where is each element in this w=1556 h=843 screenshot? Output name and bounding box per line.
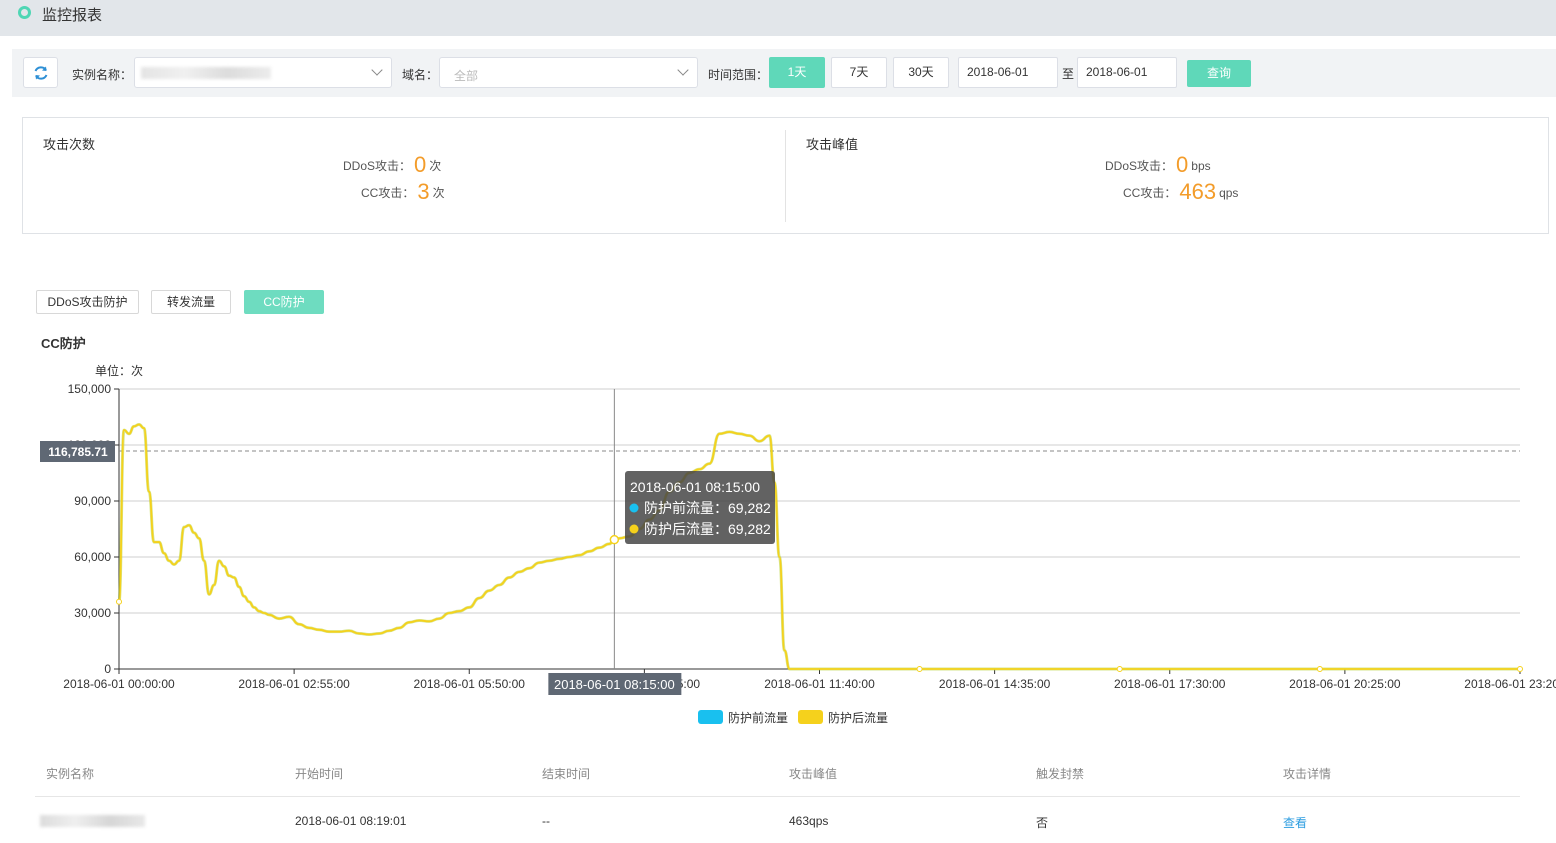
tab-ddos-protection[interactable]: DDoS攻击防护 xyxy=(36,290,139,314)
col-trigger-ban: 触发封禁 xyxy=(1036,767,1085,781)
page-title: 监控报表 xyxy=(42,7,103,24)
hovered-data-point xyxy=(609,534,620,545)
col-start-time: 开始时间 xyxy=(295,767,344,781)
cc-peak-value: 463 xyxy=(1179,179,1217,204)
row-attack-peak: 463qps xyxy=(789,814,829,828)
legend-item: 防护后流量 xyxy=(798,710,888,725)
start-date-input[interactable]: 2018-06-01 xyxy=(958,57,1058,88)
y-tick-label: 90,000 xyxy=(74,494,111,508)
header-ring-icon xyxy=(18,6,31,19)
data-point-marker xyxy=(1116,666,1123,672)
tooltip-series-dot xyxy=(629,503,639,513)
legend-swatch xyxy=(698,710,723,724)
tooltip-time: 2018-06-01 08:15:00 xyxy=(630,479,760,495)
crosshair-x-label: 2018-06-01 08:15:00 xyxy=(548,673,682,695)
crosshair-y-label-text: 116,785.71 xyxy=(48,445,108,459)
y-tick-label: 150,000 xyxy=(68,382,112,396)
domain-select[interactable]: 全部 xyxy=(439,57,698,88)
x-tick-label: 2018-06-01 17:30:00 xyxy=(1114,677,1226,691)
tab-cc-protection[interactable]: CC防护 xyxy=(244,290,324,314)
domain-label: 域名： xyxy=(402,68,439,82)
chevron-down-icon xyxy=(677,64,689,76)
cc-count-stat: CC攻击： 3 次 xyxy=(361,179,445,205)
row-end-time: -- xyxy=(542,814,550,828)
range-30day-button[interactable]: 30天 xyxy=(893,57,949,88)
cc-protection-chart[interactable]: 030,00060,00090,000120,000150,0002018-06… xyxy=(0,375,1556,735)
refresh-icon xyxy=(34,66,48,80)
data-point-marker xyxy=(116,598,122,605)
data-point-marker xyxy=(1517,666,1523,672)
legend-label: 防护前流量 xyxy=(728,710,788,725)
row-start-time: 2018-06-01 08:19:01 xyxy=(295,814,407,828)
table-divider xyxy=(35,796,1520,797)
crosshair-y-label: 116,785.71 xyxy=(40,441,115,462)
cc-peak-stat: CC攻击： 463 qps xyxy=(1123,179,1238,205)
tooltip-series-value: 防护前流量：69,282 xyxy=(644,500,771,516)
cc-peak-label: CC攻击： xyxy=(1123,186,1177,200)
row-trigger-ban: 否 xyxy=(1036,816,1049,830)
instance-select[interactable] xyxy=(134,57,392,88)
tooltip-series-dot xyxy=(629,524,639,534)
ddos-peak-label: DDoS攻击： xyxy=(1105,159,1174,173)
instance-label: 实例名称： xyxy=(72,68,133,82)
chart-title: CC防护 xyxy=(41,336,86,351)
instance-value-redacted xyxy=(141,67,271,79)
x-tick-label: 2018-06-01 23:20:00 xyxy=(1464,677,1556,691)
legend-item: 防护前流量 xyxy=(698,710,788,725)
chevron-down-icon xyxy=(371,64,383,76)
cc-peak-unit: qps xyxy=(1219,186,1239,200)
end-date-input[interactable]: 2018-06-01 xyxy=(1077,57,1177,88)
legend-label: 防护后流量 xyxy=(828,710,888,725)
data-point-marker xyxy=(916,666,923,672)
y-tick-label: 0 xyxy=(104,662,111,676)
crosshair-x-label-text: 2018-06-01 08:15:00 xyxy=(554,677,675,692)
chart-tooltip: 2018-06-01 08:15:00 防护前流量：69,282 防护后流量：69,… xyxy=(625,471,775,544)
instance-name-redacted xyxy=(40,815,145,827)
x-tick-label: 2018-06-01 00:00:00 xyxy=(63,677,175,691)
x-tick-label: 2018-06-01 14:35:00 xyxy=(939,677,1051,691)
col-attack-detail: 攻击详情 xyxy=(1283,767,1332,781)
ddos-peak-value: 0 xyxy=(1176,152,1189,177)
page-header: 监控报表 xyxy=(0,0,1556,36)
series-line-after-protection xyxy=(118,423,1520,670)
ddos-count-stat: DDoS攻击： 0 次 xyxy=(343,152,441,178)
range-1day-button[interactable]: 1天 xyxy=(769,57,825,88)
col-instance-name: 实例名称 xyxy=(46,767,95,781)
stats-divider xyxy=(785,130,786,222)
ddos-count-unit: 次 xyxy=(429,159,442,173)
attack-peak-title: 攻击峰值 xyxy=(806,137,859,152)
x-tick-label: 2018-06-01 20:25:00 xyxy=(1289,677,1401,691)
stats-panel: 攻击次数 DDoS攻击： 0 次 CC攻击： 3 次 攻击峰值 DDoS攻击： 0 bps … xyxy=(22,117,1549,234)
col-end-time: 结束时间 xyxy=(542,767,591,781)
date-to-label: 至 xyxy=(1062,67,1075,81)
ddos-count-label: DDoS攻击： xyxy=(343,159,412,173)
tooltip-series-value: 防护后流量：69,282 xyxy=(644,521,771,537)
cc-count-unit: 次 xyxy=(432,186,445,200)
x-tick-label: 2018-06-01 02:55:00 xyxy=(238,677,350,691)
ddos-peak-stat: DDoS攻击： 0 bps xyxy=(1105,152,1211,178)
legend-swatch xyxy=(798,710,823,724)
col-attack-peak: 攻击峰值 xyxy=(789,767,838,781)
refresh-button[interactable] xyxy=(23,57,58,88)
time-range-label: 时间范围： xyxy=(708,68,769,82)
tab-forward-traffic[interactable]: 转发流量 xyxy=(151,290,231,314)
query-button[interactable]: 查询 xyxy=(1187,60,1251,87)
ddos-peak-unit: bps xyxy=(1191,159,1211,173)
data-point-marker xyxy=(1316,666,1323,672)
ddos-count-value: 0 xyxy=(414,152,427,177)
y-tick-label: 30,000 xyxy=(74,606,111,620)
cc-count-label: CC攻击： xyxy=(361,186,415,200)
cc-count-value: 3 xyxy=(417,179,430,204)
chart-legend: 防护前流量 防护后流量 xyxy=(698,710,888,725)
attack-count-title: 攻击次数 xyxy=(43,137,96,152)
view-detail-link[interactable]: 查看 xyxy=(1283,814,1307,831)
x-tick-label: 2018-06-01 05:50:00 xyxy=(414,677,526,691)
x-tick-label: 2018-06-01 11:40:00 xyxy=(764,677,875,691)
range-7day-button[interactable]: 7天 xyxy=(831,57,887,88)
domain-value: 全部 xyxy=(454,69,479,83)
y-tick-label: 60,000 xyxy=(74,550,111,564)
